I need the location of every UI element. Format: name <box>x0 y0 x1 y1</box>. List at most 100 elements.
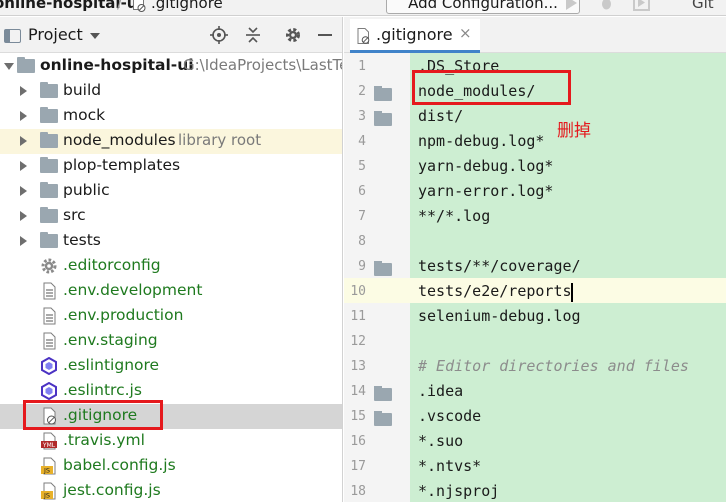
folder-icon <box>374 386 392 401</box>
folder-icon <box>374 411 392 426</box>
tree-item-env-production[interactable]: .env.production <box>0 304 342 329</box>
tree-item-src[interactable]: src <box>0 204 342 229</box>
tree-item-public[interactable]: public <box>0 179 342 204</box>
line-number: 4 <box>358 134 366 149</box>
line-number: 18 <box>350 484 366 499</box>
folder-icon <box>40 132 58 148</box>
text-file-icon <box>43 307 56 325</box>
tree-item-label: plop-templates <box>63 156 181 174</box>
tree-item-env-staging[interactable]: .env.staging <box>0 329 342 354</box>
tree-root-row[interactable]: online-hospital-ui G:\IdeaProjects\LastT… <box>0 54 343 79</box>
line-number: 9 <box>358 259 366 274</box>
tree-item-label: .env.production <box>63 306 184 324</box>
tree-item-mock[interactable]: mock <box>0 104 342 129</box>
code-line[interactable]: .idea <box>418 382 463 400</box>
add-configuration-button[interactable]: Add Configuration... <box>386 0 580 14</box>
line-number: 8 <box>358 234 366 249</box>
navigation-bar: online-hospital-ui / .gitignore Add Conf… <box>0 0 726 16</box>
tree-item-label: public <box>63 181 110 199</box>
tree-root-path: G:\IdeaProjects\LastTe <box>183 56 343 74</box>
line-number: 5 <box>358 159 366 174</box>
hide-icon[interactable] <box>316 26 334 44</box>
chevron-right-icon[interactable] <box>20 236 27 246</box>
tree-item-env-development[interactable]: .env.development <box>0 279 342 304</box>
gear-icon <box>41 258 57 274</box>
folder-icon <box>40 82 58 98</box>
chevron-right-icon[interactable] <box>20 186 27 196</box>
tree-item-babel-config[interactable]: JS babel.config.js <box>0 454 342 479</box>
line-number: 13 <box>350 359 366 374</box>
chevron-right-icon[interactable] <box>20 161 27 171</box>
editor-tab-bar: .gitignore × <box>344 17 726 53</box>
line-number: 3 <box>358 109 366 124</box>
svg-text:YML: YML <box>42 442 56 449</box>
tree-item-tests[interactable]: tests <box>0 229 342 254</box>
line-number: 7 <box>358 209 366 224</box>
collapse-icon[interactable] <box>244 26 262 44</box>
code-line[interactable]: dist/ <box>418 107 463 125</box>
chevron-right-icon[interactable] <box>20 86 27 96</box>
vcs-menu[interactable]: Git <box>692 0 714 12</box>
chevron-down-icon[interactable] <box>90 33 100 39</box>
folder-icon <box>40 207 58 223</box>
code-line[interactable]: selenium-debug.log <box>418 307 581 325</box>
annotation-box-gitignore <box>23 400 163 430</box>
coverage-icon[interactable] <box>633 0 650 11</box>
breadcrumb-separator: / <box>117 0 123 12</box>
tree-item-plop-templates[interactable]: plop-templates <box>0 154 342 179</box>
tree-item-label: .env.development <box>63 281 203 299</box>
tree-item-label: .travis.yml <box>63 431 145 449</box>
js-file-icon: JS <box>41 457 56 475</box>
chevron-right-icon[interactable] <box>20 136 27 146</box>
code-line[interactable]: *.ntvs* <box>418 457 481 475</box>
tree-item-eslintignore[interactable]: .eslintignore <box>0 354 342 379</box>
folder-icon <box>40 232 58 248</box>
code-line[interactable]: **/*.log <box>418 207 490 225</box>
code-line[interactable]: yarn-debug.log* <box>418 157 553 175</box>
code-line[interactable]: tests/**/coverage/ <box>418 257 581 275</box>
line-number: 11 <box>350 309 366 324</box>
text-caret <box>571 283 573 302</box>
code-line[interactable]: # Editor directories and files <box>418 357 689 375</box>
debug-icon[interactable] <box>598 0 615 11</box>
tree-item-label: node_modules <box>63 131 176 149</box>
tree-item-node-modules[interactable]: node_modules library root <box>0 129 342 154</box>
text-file-icon <box>43 282 56 300</box>
svg-text:JS: JS <box>43 467 50 475</box>
tree-root-label: online-hospital-ui <box>40 56 194 74</box>
tree-item-label: .env.staging <box>63 331 158 349</box>
line-number: 17 <box>350 459 366 474</box>
library-root-hint: library root <box>178 131 262 149</box>
eslint-icon <box>41 382 57 400</box>
code-line[interactable]: yarn-error.log* <box>418 182 553 200</box>
breadcrumb-file[interactable]: .gitignore <box>151 0 223 12</box>
run-icon[interactable] <box>566 0 577 10</box>
code-line[interactable]: *.njsproj <box>418 482 499 500</box>
chevron-right-icon[interactable] <box>20 211 27 221</box>
tree-item-editorconfig[interactable]: .editorconfig <box>0 254 342 279</box>
code-line[interactable]: npm-debug.log* <box>418 132 544 150</box>
project-view-title[interactable]: Project <box>28 25 83 44</box>
code-line[interactable]: *.suo <box>418 432 463 450</box>
settings-icon[interactable] <box>284 26 302 44</box>
tab-gitignore[interactable]: .gitignore × <box>350 19 480 53</box>
folder-icon <box>40 107 58 123</box>
tree-item-build[interactable]: build <box>0 79 342 104</box>
locate-icon[interactable] <box>210 26 228 44</box>
folder-icon <box>40 182 58 198</box>
tree-item-label: babel.config.js <box>63 456 176 474</box>
line-number: 12 <box>350 334 366 349</box>
chevron-down-icon[interactable] <box>4 63 14 70</box>
svg-text:JS: JS <box>43 492 50 500</box>
tree-item-travis[interactable]: YML .travis.yml <box>0 429 342 454</box>
line-number: 15 <box>350 409 366 424</box>
code-line[interactable]: .vscode <box>418 407 481 425</box>
close-icon[interactable]: × <box>459 24 472 42</box>
chevron-right-icon[interactable] <box>20 111 27 121</box>
folder-icon <box>374 111 392 126</box>
tab-label: .gitignore <box>376 25 453 44</box>
tree-item-label: src <box>63 206 86 224</box>
line-number: 16 <box>350 434 366 449</box>
code-line[interactable]: tests/e2e/reports <box>418 282 572 300</box>
tree-item-jest-config[interactable]: JS jest.config.js <box>0 479 342 502</box>
